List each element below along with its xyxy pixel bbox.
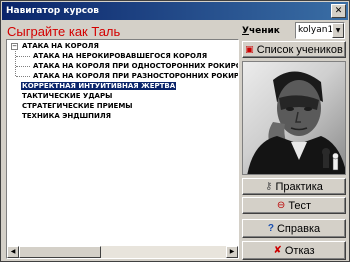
tree-connector bbox=[15, 48, 16, 76]
chevron-down-icon[interactable]: ▼ bbox=[332, 23, 344, 38]
cancel-label: Отказ bbox=[284, 244, 315, 257]
portrait-image bbox=[247, 71, 345, 174]
tree-item[interactable]: АТАКА НА КОРОЛЯ ПРИ ОДНОСТОРОННИХ РОКИРО… bbox=[32, 61, 239, 71]
scroll-left-icon[interactable]: ◀ bbox=[7, 246, 19, 258]
cancel-button[interactable]: ✘ Отказ bbox=[242, 241, 346, 260]
tree-item[interactable]: АТАКА НА КОРОЛЯ bbox=[21, 41, 100, 51]
tree-item-label: СТРАТЕГИЧЕСКИЕ ПРИЕМЫ bbox=[22, 102, 133, 110]
student-list-label: Список учеников bbox=[256, 43, 343, 56]
tree-item[interactable]: ТАКТИЧЕСКИЕ УДАРЫ bbox=[21, 91, 113, 101]
tree-item[interactable]: ТЕХНИКА ЭНДШПИЛЯ bbox=[21, 111, 112, 121]
student-list-icon: ▣ bbox=[245, 44, 254, 54]
key-icon: ⚷ bbox=[265, 181, 273, 192]
student-dropdown[interactable]: kolyan1 ▼ bbox=[295, 22, 345, 39]
test-button[interactable]: ⊖ Тест bbox=[242, 197, 346, 214]
tree-item[interactable]: АТАКА НА КОРОЛЯ ПРИ РАЗНОСТОРОННИХ РОКИР… bbox=[32, 71, 239, 81]
tree-item-label: АТАКА НА КОРОЛЯ ПРИ РАЗНОСТОРОННИХ РОКИР… bbox=[33, 72, 239, 80]
tree-connector bbox=[16, 66, 30, 67]
test-icon: ⊖ bbox=[276, 200, 286, 211]
page-title: Сыграйте как Таль bbox=[7, 24, 121, 39]
course-navigator-window: Навигатор курсов ✕ Сыграйте как Таль Уче… bbox=[0, 0, 350, 262]
tree-item-label: АТАКА НА НЕРОКИРОВАВШЕГОСЯ КОРОЛЯ bbox=[33, 52, 208, 60]
student-label-rest: ченик bbox=[248, 26, 280, 36]
practice-label: Практика bbox=[275, 180, 323, 193]
test-label: Тест bbox=[288, 199, 312, 212]
horizontal-scrollbar[interactable]: ◀ ▶ bbox=[7, 246, 238, 258]
tree-connector bbox=[16, 56, 30, 57]
student-label-accel: У bbox=[242, 26, 249, 36]
course-tree[interactable]: − АТАКА НА КОРОЛЯ АТАКА НА НЕРОКИРОВАВШЕ… bbox=[6, 39, 239, 259]
student-label: Ученик bbox=[242, 26, 280, 36]
tree-connector bbox=[16, 76, 30, 77]
student-list-button[interactable]: ▣ Список учеников bbox=[242, 41, 346, 58]
window-title: Навигатор курсов bbox=[6, 6, 99, 16]
help-button[interactable]: ? Справка bbox=[242, 219, 346, 238]
help-label: Справка bbox=[276, 222, 321, 235]
tree-item[interactable]: АТАКА НА НЕРОКИРОВАВШЕГОСЯ КОРОЛЯ bbox=[32, 51, 208, 61]
cancel-icon: ✘ bbox=[273, 245, 282, 256]
scroll-thumb[interactable] bbox=[19, 246, 101, 258]
tree-item-label: КОРРЕКТНАЯ ИНТУИТИВНАЯ ЖЕРТВА bbox=[21, 82, 177, 90]
collapse-icon[interactable]: − bbox=[11, 43, 18, 50]
help-icon: ? bbox=[267, 223, 274, 234]
tree-item-label: АТАКА НА КОРОЛЯ ПРИ ОДНОСТОРОННИХ РОКИРО… bbox=[33, 62, 239, 70]
practice-button[interactable]: ⚷ Практика bbox=[242, 178, 346, 195]
close-button[interactable]: ✕ bbox=[331, 4, 346, 18]
tree-item-selected[interactable]: КОРРЕКТНАЯ ИНТУИТИВНАЯ ЖЕРТВА bbox=[21, 81, 177, 91]
scroll-right-icon[interactable]: ▶ bbox=[226, 246, 238, 258]
student-selected-value: kolyan1 bbox=[298, 25, 334, 35]
tree-item-label: ТАКТИЧЕСКИЕ УДАРЫ bbox=[22, 92, 113, 100]
tree-item-label: ТЕХНИКА ЭНДШПИЛЯ bbox=[22, 112, 112, 120]
tree-item[interactable]: СТРАТЕГИЧЕСКИЕ ПРИЕМЫ bbox=[21, 101, 134, 111]
title-bar[interactable]: Навигатор курсов ✕ bbox=[2, 2, 348, 20]
tree-item-label: АТАКА НА КОРОЛЯ bbox=[22, 42, 99, 50]
player-portrait bbox=[242, 61, 346, 175]
